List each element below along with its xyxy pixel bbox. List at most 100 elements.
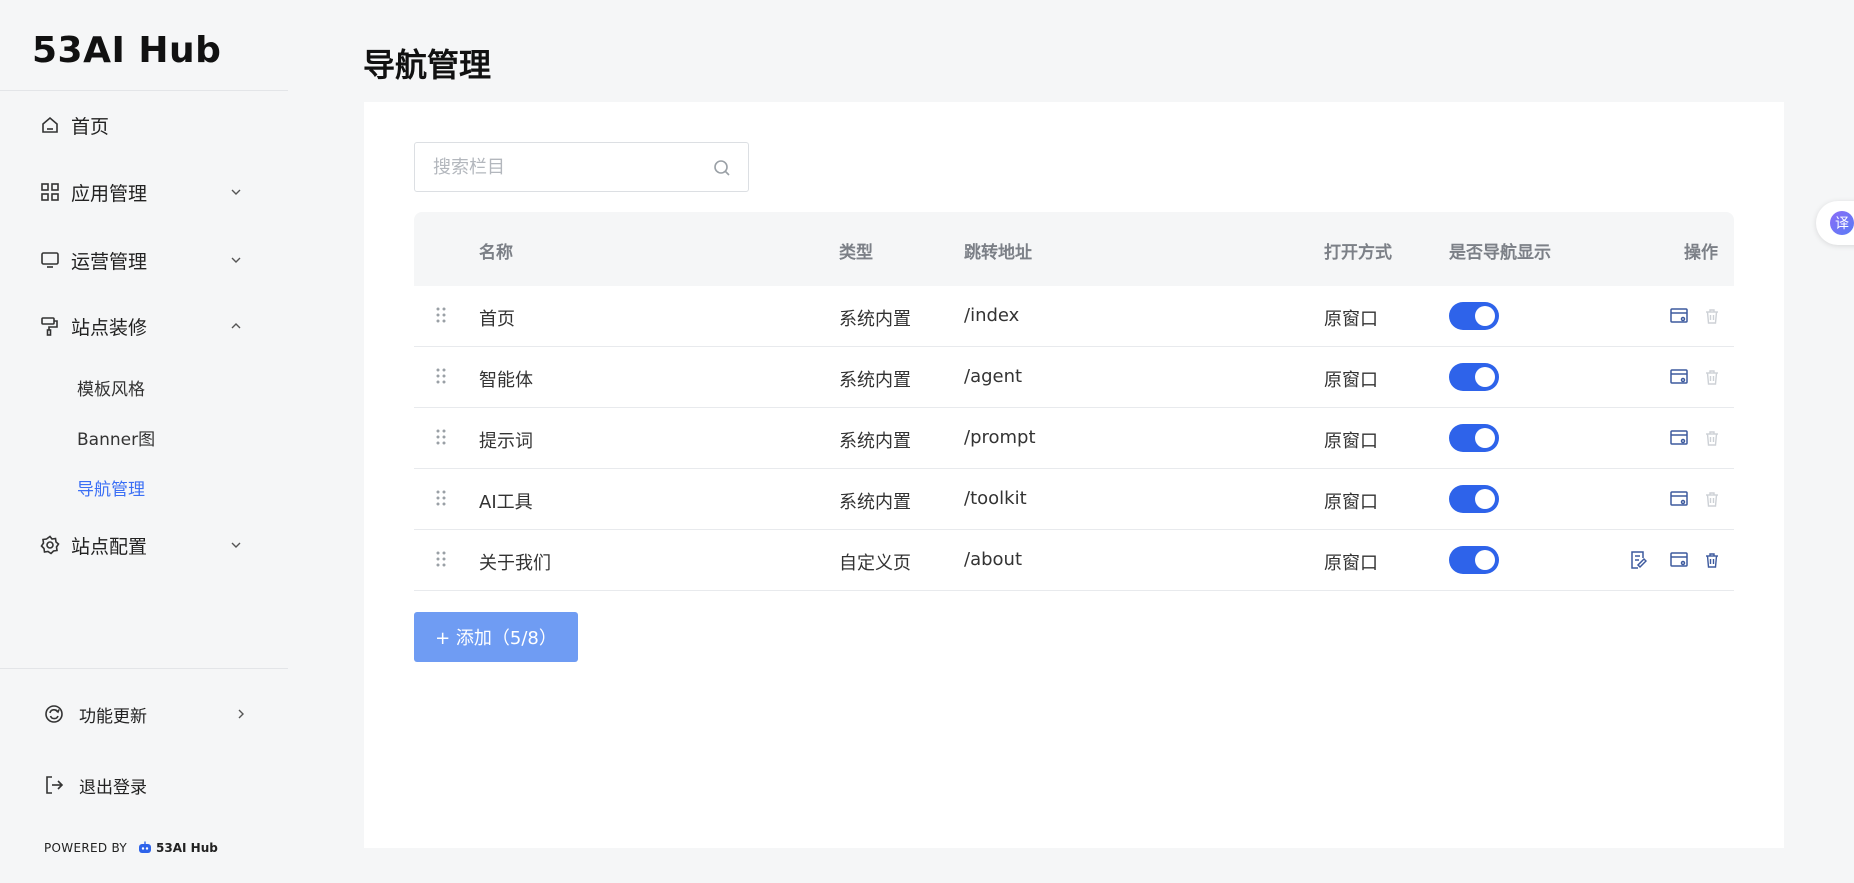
powered-by: POWERED BY 53AI Hub — [44, 841, 218, 855]
logout-button[interactable]: 退出登录 — [0, 763, 288, 807]
edit-icon[interactable] — [1629, 550, 1649, 570]
sidebar-item-app-management[interactable]: 应用管理 — [0, 167, 288, 217]
chevron-down-icon — [228, 537, 244, 553]
table-row: 智能体 系统内置 /agent 原窗口 — [414, 347, 1734, 408]
drag-handle-icon[interactable] — [435, 428, 447, 446]
powered-by-text: POWERED BY — [44, 841, 128, 855]
nav-visible-toggle[interactable] — [1449, 363, 1499, 391]
drag-handle-icon[interactable] — [435, 306, 447, 324]
delete-icon[interactable] — [1702, 550, 1722, 570]
toggle-knob — [1475, 306, 1495, 326]
delete-icon — [1702, 306, 1722, 326]
logout-icon — [43, 774, 65, 796]
column-header-nav-visible: 是否导航显示 — [1449, 243, 1551, 263]
submenu-item-navigation[interactable]: 导航管理 — [77, 475, 145, 500]
refresh-icon — [43, 703, 65, 725]
column-header-url: 跳转地址 — [964, 243, 1032, 263]
chevron-up-icon — [228, 318, 244, 334]
chevron-down-icon — [228, 252, 244, 268]
table-row: AI工具 系统内置 /toolkit 原窗口 — [414, 469, 1734, 530]
toggle-knob — [1475, 367, 1495, 387]
translate-icon: 译 — [1830, 211, 1854, 235]
nav-visible-toggle[interactable] — [1449, 302, 1499, 330]
sidebar-divider — [0, 668, 288, 669]
cell-type: 系统内置 — [839, 492, 911, 513]
search-box[interactable] — [414, 142, 749, 192]
grid-icon — [39, 181, 61, 203]
cell-open-mode: 原窗口 — [1324, 370, 1378, 391]
feature-updates-button[interactable]: 功能更新 — [0, 692, 288, 736]
paint-roller-icon — [39, 315, 61, 337]
chevron-right-icon — [233, 706, 249, 722]
sidebar-item-label: 站点配置 — [71, 535, 148, 558]
column-header-type: 类型 — [839, 243, 873, 263]
cell-name: AI工具 — [479, 492, 533, 513]
settings-icon[interactable] — [1669, 489, 1689, 509]
toggle-knob — [1475, 489, 1495, 509]
drag-handle-icon[interactable] — [435, 489, 447, 507]
sidebar-item-site-decoration[interactable]: 站点装修 — [0, 301, 288, 351]
sidebar-item-home[interactable]: 首页 — [0, 100, 288, 150]
settings-icon[interactable] — [1669, 550, 1689, 570]
feature-updates-label: 功能更新 — [79, 706, 147, 727]
chevron-down-icon — [228, 184, 244, 200]
cell-name: 智能体 — [479, 370, 533, 391]
table-row: 首页 系统内置 /index 原窗口 — [414, 286, 1734, 347]
cell-url: /prompt — [964, 427, 1036, 448]
cell-name: 首页 — [479, 309, 515, 330]
drag-handle-icon[interactable] — [435, 367, 447, 385]
sidebar-item-site-config[interactable]: 站点配置 — [0, 520, 288, 570]
toggle-knob — [1475, 550, 1495, 570]
search-icon[interactable] — [712, 158, 732, 178]
drag-handle-icon[interactable] — [435, 550, 447, 568]
app-logo[interactable]: 53AI Hub — [32, 30, 221, 71]
toggle-knob — [1475, 428, 1495, 448]
cell-type: 系统内置 — [839, 370, 911, 391]
submenu-item-banner[interactable]: Banner图 — [77, 425, 155, 450]
sidebar-divider — [0, 90, 288, 91]
cell-name: 提示词 — [479, 431, 533, 452]
sidebar-item-label: 运营管理 — [71, 250, 148, 273]
logout-label: 退出登录 — [79, 777, 147, 798]
page-title: 导航管理 — [363, 46, 492, 84]
sidebar-item-label: 首页 — [71, 115, 110, 138]
delete-icon — [1702, 489, 1722, 509]
sidebar-item-label: 站点装修 — [71, 316, 148, 339]
delete-icon — [1702, 367, 1722, 387]
nav-visible-toggle[interactable] — [1449, 546, 1499, 574]
column-header-open-mode: 打开方式 — [1324, 243, 1392, 263]
settings-icon[interactable] — [1669, 367, 1689, 387]
nav-visible-toggle[interactable] — [1449, 485, 1499, 513]
powered-by-logo: 53AI Hub — [137, 841, 218, 855]
column-header-actions: 操作 — [1684, 243, 1718, 263]
search-input[interactable] — [433, 156, 693, 178]
gear-icon — [39, 534, 61, 556]
robot-icon — [139, 841, 152, 853]
cell-url: /agent — [964, 366, 1023, 387]
cell-type: 系统内置 — [839, 431, 911, 452]
cell-type: 自定义页 — [839, 553, 911, 574]
nav-visible-toggle[interactable] — [1449, 424, 1499, 452]
table-row: 提示词 系统内置 /prompt 原窗口 — [414, 408, 1734, 469]
cell-url: /toolkit — [964, 488, 1027, 509]
home-icon — [39, 114, 61, 136]
navigation-table: 名称 类型 跳转地址 打开方式 是否导航显示 操作 首页 系统内置 /index… — [414, 212, 1734, 591]
add-nav-item-button[interactable]: + 添加（5/8） — [414, 612, 578, 662]
cell-open-mode: 原窗口 — [1324, 431, 1378, 452]
delete-icon — [1702, 428, 1722, 448]
settings-icon[interactable] — [1669, 428, 1689, 448]
sidebar-item-operations[interactable]: 运营管理 — [0, 235, 288, 285]
cell-open-mode: 原窗口 — [1324, 309, 1378, 330]
column-header-name: 名称 — [479, 243, 513, 263]
submenu-item-template-style[interactable]: 模板风格 — [77, 375, 145, 400]
cell-open-mode: 原窗口 — [1324, 492, 1378, 513]
cell-name: 关于我们 — [479, 553, 551, 574]
sidebar-item-label: 应用管理 — [71, 182, 148, 205]
translate-button[interactable]: 译 — [1816, 201, 1854, 245]
content-panel: 名称 类型 跳转地址 打开方式 是否导航显示 操作 首页 系统内置 /index… — [364, 102, 1784, 848]
cell-url: /about — [964, 549, 1022, 570]
cell-url: /index — [964, 305, 1020, 326]
sidebar: 53AI Hub 首页 应用管理 运营管理 站点装修 模板风格 Banner图 … — [0, 0, 288, 883]
settings-icon[interactable] — [1669, 306, 1689, 326]
powered-by-logo-text: 53AI Hub — [156, 841, 218, 855]
